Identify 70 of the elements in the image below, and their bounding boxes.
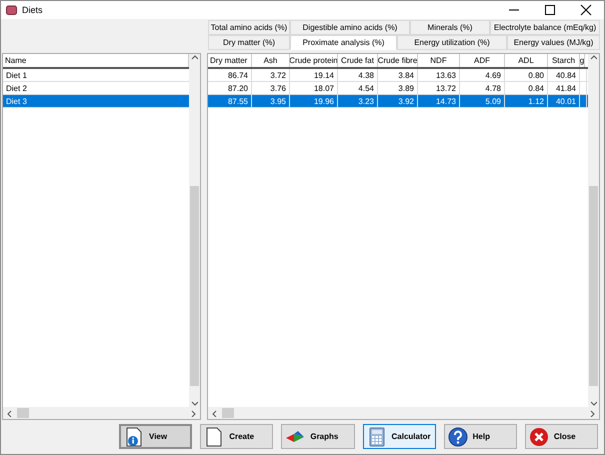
table-cell: 19.14: [290, 69, 338, 81]
vertical-scrollbar[interactable]: [189, 54, 200, 407]
table-cell: 14.73: [418, 95, 460, 107]
horizontal-scrollbar[interactable]: [208, 407, 599, 419]
create-button[interactable]: Create: [200, 424, 274, 449]
table-cell: 4.69: [460, 69, 505, 81]
table-cell: 3.84: [378, 69, 418, 81]
table-cell: 86.74: [208, 69, 252, 81]
tab[interactable]: Minerals (%): [410, 20, 490, 35]
column-header[interactable]: NDF: [418, 54, 460, 67]
scroll-thumb[interactable]: [222, 408, 234, 418]
table-row[interactable]: 86.74 3.72 19.14 4.38 3.84 13.63 4.69 0.80 40.84: [208, 69, 588, 82]
close-icon: [528, 426, 549, 446]
table-cell: 87.55: [208, 95, 252, 107]
info-document-icon: [124, 426, 144, 446]
table-cell: 0.80: [505, 69, 548, 81]
table-cell: 18.07: [290, 82, 338, 94]
app-icon: [6, 5, 17, 15]
view-button[interactable]: View: [119, 424, 192, 449]
tab[interactable]: Electrolyte balance (mEq/kg): [490, 20, 600, 35]
table-cell: 87.20: [208, 82, 252, 94]
column-header[interactable]: ADL: [505, 54, 548, 67]
table-cell: 40.01: [548, 95, 580, 107]
column-header[interactable]: ADF: [460, 54, 505, 67]
column-header[interactable]: Crude fat: [338, 54, 378, 67]
close-button[interactable]: Close: [524, 424, 598, 449]
graphs-button[interactable]: Graphs: [281, 424, 354, 449]
tab[interactable]: Total amino acids (%): [208, 20, 290, 35]
tab[interactable]: Energy utilization (%): [397, 35, 507, 50]
table-cell: 1.12: [505, 95, 548, 107]
calculator-icon: [366, 426, 386, 446]
table-cell: 19.96: [290, 95, 338, 107]
help-icon: [448, 426, 468, 446]
table-cell: 3.72: [252, 69, 290, 81]
horizontal-scrollbar[interactable]: [3, 407, 200, 419]
window-title: Diets: [22, 5, 44, 15]
table-cell: 41.84: [548, 82, 580, 94]
tab[interactable]: Proximate analysis (%): [290, 35, 397, 50]
tab[interactable]: Digestible amino acids (%): [290, 20, 410, 35]
tab[interactable]: Energy values (MJ/kg): [507, 35, 600, 50]
table-cell: 4.78: [460, 82, 505, 94]
table-cell: 13.72: [418, 82, 460, 94]
list-row[interactable]: Diet 3: [3, 95, 189, 108]
table-cell: 40.84: [548, 69, 580, 81]
scroll-thumb[interactable]: [17, 408, 29, 418]
column-header[interactable]: Starch: [548, 54, 580, 67]
table-cell: 4.38: [338, 69, 378, 81]
table-cell: 3.23: [338, 95, 378, 107]
list-row[interactable]: Diet 1: [3, 69, 189, 82]
table-cell: 3.92: [378, 95, 418, 107]
table-cell: 13.63: [418, 69, 460, 81]
column-header[interactable]: Dry matter: [208, 54, 252, 67]
tab[interactable]: Dry matter (%): [208, 35, 290, 50]
scroll-thumb[interactable]: [190, 186, 199, 386]
table-cell: 3.95: [252, 95, 290, 107]
help-button[interactable]: Help: [444, 424, 517, 449]
table-cell: 3.89: [378, 82, 418, 94]
column-header[interactable]: Crude protein: [290, 54, 338, 67]
column-header[interactable]: Ash: [252, 54, 290, 67]
table-cell: 3.76: [252, 82, 290, 94]
document-icon: [204, 426, 224, 446]
table-row[interactable]: 87.55 3.95 19.96 3.23 3.92 14.73 5.09 1.12 40.01: [208, 95, 588, 108]
column-header[interactable]: Crude fibre: [378, 54, 418, 67]
table-cell: 0.84: [505, 82, 548, 94]
table-cell: 5.09: [460, 95, 505, 107]
vertical-scrollbar[interactable]: [588, 54, 599, 407]
calculator-button[interactable]: Calculator: [362, 424, 436, 449]
column-header[interactable]: g: [580, 54, 585, 67]
table-cell: 4.54: [338, 82, 378, 94]
scroll-thumb[interactable]: [589, 186, 598, 386]
